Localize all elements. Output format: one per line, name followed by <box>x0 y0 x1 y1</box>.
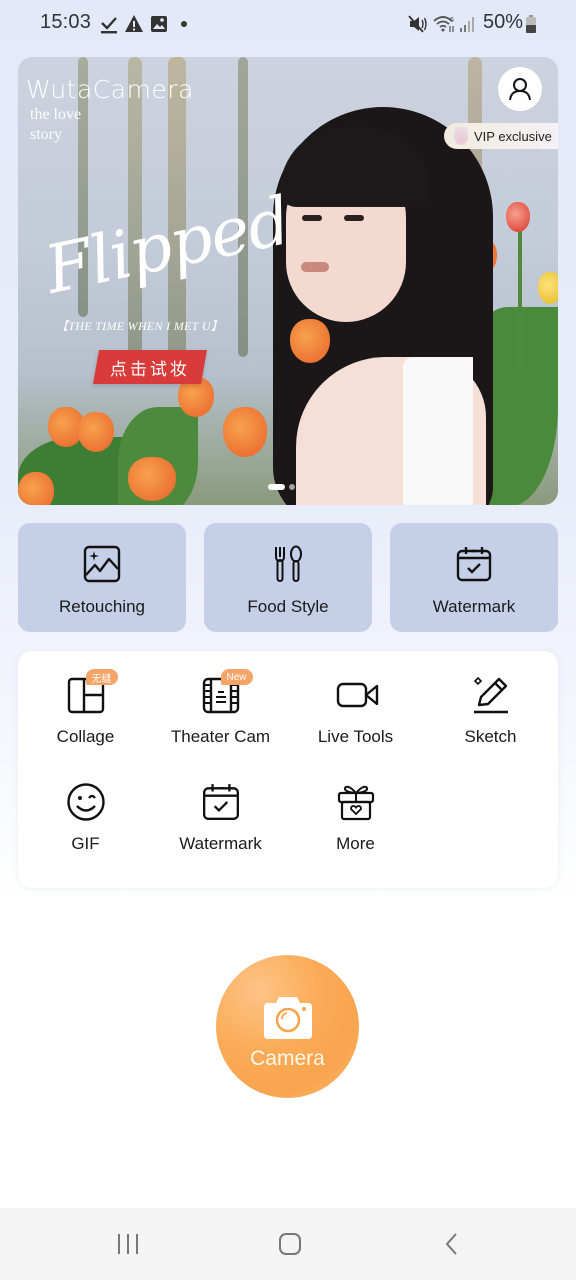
tool-label: Sketch <box>464 727 517 746</box>
banner-decoration <box>538 272 558 304</box>
banner-decoration <box>344 215 364 221</box>
banner-brand: WutaCamera <box>26 75 194 104</box>
tools-panel: 无缝 Collage New Theater Cam Live Tools Sk… <box>18 651 558 888</box>
warning-icon <box>125 15 143 32</box>
feature-label: Watermark <box>432 597 516 616</box>
wink-face-icon <box>66 783 105 821</box>
fork-spoon-icon <box>275 545 302 582</box>
dot-icon <box>181 21 187 27</box>
vip-label: VIP exclusive <box>474 128 552 144</box>
recent-apps-button[interactable] <box>108 1228 148 1260</box>
home-icon <box>279 1233 301 1255</box>
image-sparkle-icon <box>83 545 121 583</box>
tool-gif[interactable]: GIF <box>18 758 153 858</box>
tool-collage[interactable]: 无缝 Collage <box>18 651 153 751</box>
feature-label: Retouching <box>58 597 145 616</box>
gift-icon <box>337 785 374 821</box>
tool-label: GIF <box>71 834 100 853</box>
banner-decoration <box>290 319 330 363</box>
pager-dot[interactable] <box>289 484 295 490</box>
try-makeup-button[interactable]: 点击试妆 <box>93 350 207 384</box>
banner-decoration <box>78 412 114 452</box>
banner-decoration <box>506 202 530 232</box>
tool-label: More <box>336 834 375 853</box>
banner-decoration <box>518 227 522 367</box>
mute-icon <box>408 15 427 33</box>
tool-label: Theater Cam <box>170 727 271 746</box>
svg-text:6: 6 <box>450 17 454 24</box>
pencil-icon <box>473 676 508 714</box>
tool-theater-cam[interactable]: New Theater Cam <box>153 651 288 751</box>
calendar-check-icon <box>202 784 239 820</box>
banner-subtitle: 【THE TIME WHEN I MET U】 <box>56 319 224 333</box>
try-makeup-label: 点击试妆 <box>110 359 190 379</box>
vip-exclusive-badge[interactable]: VIP exclusive <box>444 123 558 149</box>
camera-button[interactable]: Camera <box>216 955 359 1098</box>
feature-retouching[interactable]: Retouching <box>18 523 186 632</box>
recent-apps-icon <box>118 1234 138 1254</box>
banner-decoration <box>403 357 473 505</box>
vip-bunny-icon <box>454 127 468 145</box>
wifi-icon: 6 <box>433 16 454 32</box>
feature-food-style[interactable]: Food Style <box>204 523 372 632</box>
system-nav-bar <box>0 1208 576 1280</box>
user-icon <box>509 78 531 101</box>
tool-badge: New <box>220 669 253 685</box>
banner-decoration <box>301 262 329 272</box>
tool-more[interactable]: More <box>288 758 423 858</box>
tool-live-tools[interactable]: Live Tools <box>288 651 423 751</box>
calendar-check-icon <box>456 547 492 582</box>
camera-icon <box>263 997 312 1039</box>
camera-label: Camera <box>250 1047 325 1070</box>
battery-percent: 50% <box>483 11 524 33</box>
back-button[interactable] <box>432 1228 472 1260</box>
image-icon <box>151 16 167 32</box>
status-time: 15:03 <box>40 11 92 33</box>
promo-banner[interactable]: WutaCamera the love story Flipped 【THE T… <box>18 57 558 505</box>
banner-decoration <box>223 407 267 457</box>
banner-decoration <box>128 457 176 501</box>
tool-sketch[interactable]: Sketch <box>423 651 558 751</box>
battery-icon <box>526 15 536 33</box>
download-done-icon <box>101 17 117 34</box>
signal-icon <box>460 17 474 32</box>
profile-button[interactable] <box>498 67 542 111</box>
banner-pager <box>268 484 295 490</box>
banner-decoration <box>18 472 54 505</box>
feature-label: Food Style <box>247 597 329 616</box>
feature-watermark[interactable]: Watermark <box>390 523 558 632</box>
tool-label: Watermark <box>179 834 262 853</box>
home-button[interactable] <box>270 1228 310 1260</box>
video-camera-icon <box>336 682 378 708</box>
tool-label: Live Tools <box>317 727 394 746</box>
banner-decoration <box>302 215 322 221</box>
tool-badge: 无缝 <box>85 669 118 685</box>
back-icon <box>445 1233 457 1255</box>
pager-dot-active[interactable] <box>268 484 285 490</box>
status-bar: 15:03 6 50% <box>0 0 576 48</box>
tool-watermark[interactable]: Watermark <box>153 758 288 858</box>
banner-tagline: the love story <box>30 106 82 143</box>
tool-label: Collage <box>56 727 115 746</box>
